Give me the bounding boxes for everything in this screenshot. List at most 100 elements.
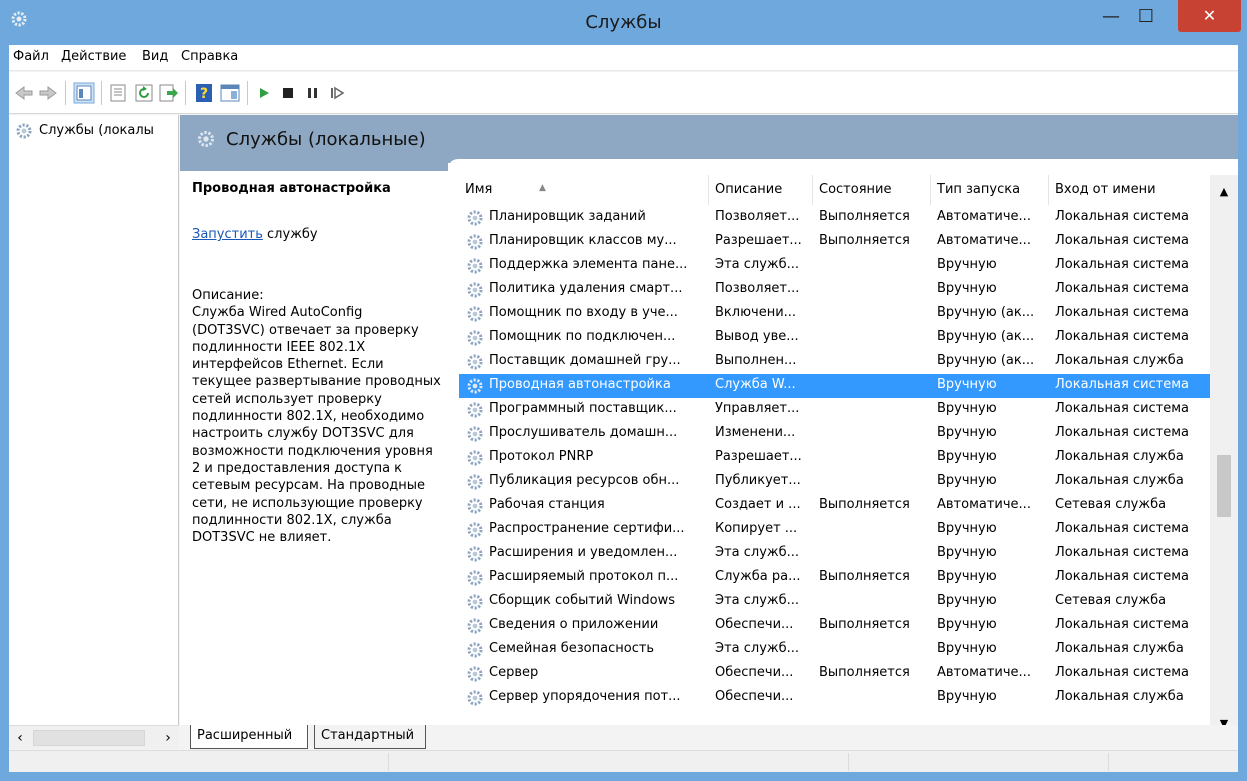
- tab-extended[interactable]: Расширенный: [190, 725, 308, 749]
- column-header-startup-type[interactable]: Тип запуска: [931, 175, 1049, 205]
- column-header-logon-as[interactable]: Вход от имени: [1049, 175, 1211, 205]
- list-vertical-scrollbar[interactable]: ▲ ▼: [1210, 175, 1238, 749]
- menu-file[interactable]: Файл: [13, 49, 49, 64]
- cell-description: Копирует ...: [715, 521, 798, 536]
- cell-startup: Вручную (ак...: [937, 329, 1035, 344]
- service-gear-icon: [467, 234, 483, 250]
- table-row[interactable]: Программный поставщик... Управляет... Вруч…: [459, 398, 1211, 422]
- table-row[interactable]: Планировщик заданий Позволяет... Выполняет…: [459, 206, 1211, 230]
- cell-status: Выполняется: [819, 209, 910, 224]
- cell-startup: Вручную: [937, 377, 997, 392]
- refresh-icon[interactable]: [133, 82, 155, 104]
- resume-service-icon[interactable]: [325, 82, 347, 104]
- tree-item-services-local[interactable]: Службы (локалы: [15, 121, 177, 141]
- column-header-description[interactable]: Описание: [709, 175, 813, 205]
- pause-service-icon[interactable]: [301, 82, 323, 104]
- start-service-icon[interactable]: [253, 82, 275, 104]
- start-service-suffix: службу: [262, 227, 318, 242]
- show-hide-action-pane-icon[interactable]: [219, 82, 241, 104]
- cell-description: Эта служб...: [715, 257, 800, 272]
- services-gear-icon: [16, 123, 32, 139]
- cell-name: Рабочая станция: [489, 497, 605, 512]
- start-service-link[interactable]: Запустить: [192, 227, 263, 242]
- table-row[interactable]: Сервер Обеспечи... Выполняется Автоматиче..…: [459, 662, 1211, 686]
- service-gear-icon: [467, 402, 483, 418]
- scroll-thumb[interactable]: [33, 730, 145, 746]
- cell-description: Выполнен...: [715, 353, 797, 368]
- properties-icon[interactable]: [107, 82, 129, 104]
- export-list-icon[interactable]: [157, 82, 179, 104]
- cell-name: Семейная безопасность: [489, 641, 655, 656]
- table-row[interactable]: Помощник по входу в уче... Включени... Вру…: [459, 302, 1211, 326]
- table-row[interactable]: Планировщик классов му... Разрешает... Вып…: [459, 230, 1211, 254]
- stop-service-icon[interactable]: [277, 82, 299, 104]
- status-segment: [389, 753, 849, 771]
- minimize-button[interactable]: —: [1094, 2, 1128, 32]
- close-button[interactable]: ✕: [1178, 0, 1241, 32]
- table-row[interactable]: Поставщик домашней гру... Выполнен... Вруч…: [459, 350, 1211, 374]
- cell-name: Проводная автонастройка: [489, 377, 671, 392]
- table-row[interactable]: Прослушиватель домашн... Изменени... Вручн…: [459, 422, 1211, 446]
- cell-description: Эта служб...: [715, 593, 800, 608]
- cell-startup: Вручную: [937, 545, 997, 560]
- cell-startup: Вручную: [937, 425, 997, 440]
- cell-startup: Вручную: [937, 569, 997, 584]
- table-row-selected[interactable]: Проводная автонастройка Служба W... Вручну…: [459, 374, 1211, 398]
- cell-description: Эта служб...: [715, 545, 800, 560]
- table-row[interactable]: Расширения и уведомлен... Эта служб... Вру…: [459, 542, 1211, 566]
- maximize-button[interactable]: ☐: [1129, 2, 1163, 32]
- back-arrow-icon[interactable]: [13, 82, 35, 104]
- table-row[interactable]: Помощник по подключен... Вывод уве... Вруч…: [459, 326, 1211, 350]
- menu-action[interactable]: Действие: [61, 49, 126, 64]
- console-tree-icon[interactable]: [73, 82, 95, 104]
- help-icon[interactable]: ?: [193, 82, 215, 104]
- menu-view[interactable]: Вид: [142, 49, 168, 64]
- scroll-left-icon[interactable]: ‹: [9, 726, 31, 750]
- scroll-thumb[interactable]: [1217, 455, 1231, 517]
- table-row[interactable]: Распространение сертифи... Копирует ... Вр…: [459, 518, 1211, 542]
- table-row[interactable]: Публикация ресурсов обн... Публикует... Вр…: [459, 470, 1211, 494]
- cell-name: Сервер упорядочения пот...: [489, 689, 681, 704]
- cell-logon: Локальная система: [1055, 425, 1190, 440]
- cell-description: Включени...: [715, 305, 797, 320]
- toolbar-separator: [247, 81, 248, 105]
- table-row[interactable]: Политика удаления смарт... Позволяет... Вр…: [459, 278, 1211, 302]
- cell-startup: Вручную: [937, 449, 997, 464]
- cell-name: Распространение сертифи...: [489, 521, 685, 536]
- table-row[interactable]: Рабочая станция Создает и ... Выполняется А…: [459, 494, 1211, 518]
- cell-name: Программный поставщик...: [489, 401, 677, 416]
- cell-logon: Локальная система: [1055, 521, 1190, 536]
- table-row[interactable]: Поддержка элемента пане... Эта служб... Вр…: [459, 254, 1211, 278]
- start-service-line: Запустить службу: [192, 227, 318, 242]
- title-bar[interactable]: Службы — ☐ ✕: [0, 0, 1247, 44]
- menu-help[interactable]: Справка: [181, 49, 238, 64]
- scroll-up-icon[interactable]: ▲: [1210, 185, 1238, 205]
- cell-description: Разрешает...: [715, 449, 802, 464]
- cell-startup: Вручную (ак...: [937, 305, 1035, 320]
- svg-text:?: ?: [200, 86, 208, 102]
- status-segment: [849, 753, 1109, 771]
- cell-name: Сведения о приложении: [489, 617, 659, 632]
- pane-banner: Службы (локальные): [180, 115, 1238, 163]
- table-row[interactable]: Сервер упорядочения пот... Обеспечи... Вру…: [459, 686, 1211, 710]
- tree-horizontal-scrollbar[interactable]: ‹ ›: [9, 725, 179, 749]
- cell-startup: Вручную: [937, 281, 997, 296]
- table-row[interactable]: Сведения о приложении Обеспечи... Выполняе…: [459, 614, 1211, 638]
- table-row[interactable]: Сборщик событий Windows Эта служб... Вручн…: [459, 590, 1211, 614]
- tab-standard[interactable]: Стандартный: [314, 725, 426, 749]
- forward-arrow-icon[interactable]: [37, 82, 59, 104]
- table-row[interactable]: Протокол PNRP Разрешает... Вручную Локальна…: [459, 446, 1211, 470]
- cell-name: Помощник по входу в уче...: [489, 305, 678, 320]
- cell-description: Разрешает...: [715, 233, 802, 248]
- cell-description: Позволяет...: [715, 209, 800, 224]
- column-header-status[interactable]: Состояние: [813, 175, 931, 205]
- column-header-name[interactable]: ▲ Имя: [459, 175, 709, 205]
- toolbar: ?: [9, 72, 1238, 114]
- table-row[interactable]: Расширяемый протокол п... Служба ра... Вып…: [459, 566, 1211, 590]
- cell-description: Публикует...: [715, 473, 801, 488]
- scroll-right-icon[interactable]: ›: [157, 726, 179, 750]
- cell-startup: Вручную: [937, 617, 997, 632]
- table-row[interactable]: Семейная безопасность Эта служб... Вручную…: [459, 638, 1211, 662]
- cell-description: Служба ра...: [715, 569, 801, 584]
- list-rows: Планировщик заданий Позволяет... Выполняет…: [459, 206, 1211, 749]
